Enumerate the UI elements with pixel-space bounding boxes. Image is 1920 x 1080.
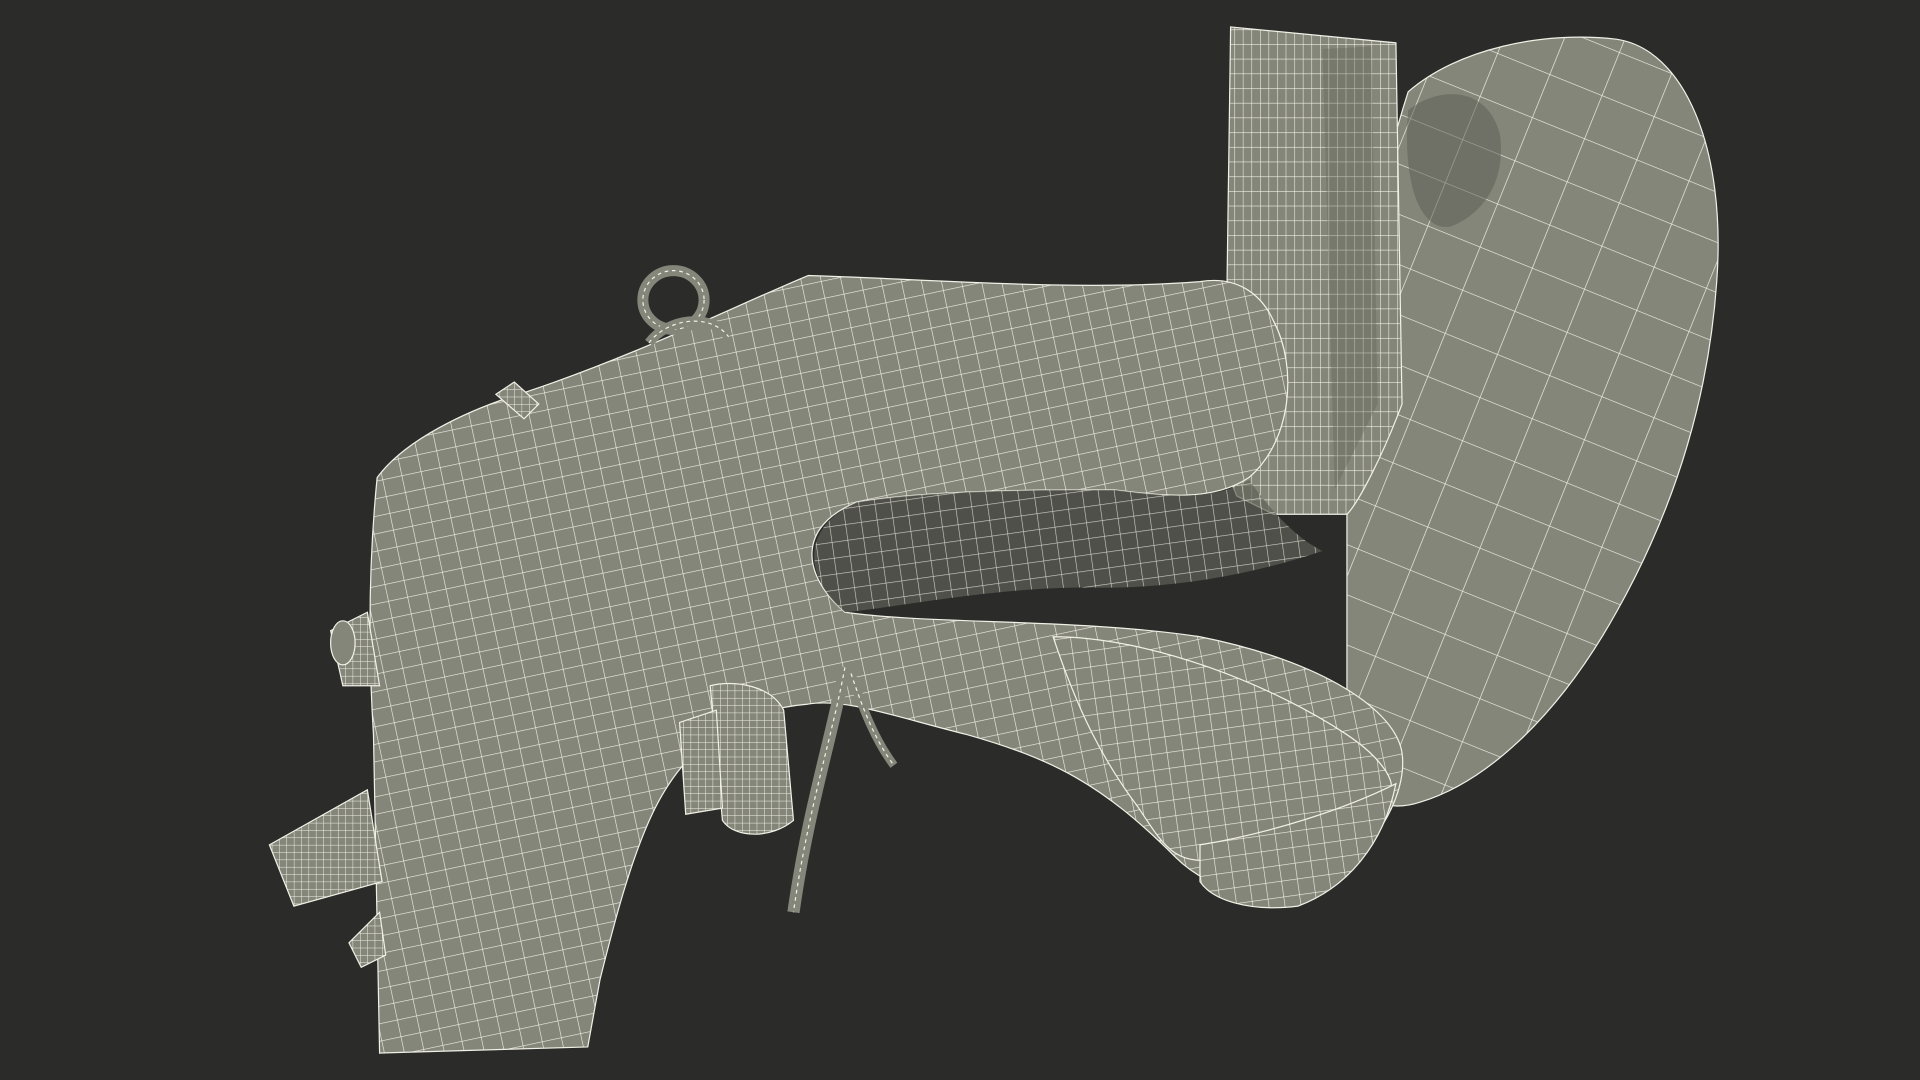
render-viewport (0, 0, 1920, 1080)
ear-wireframe-render (0, 0, 1920, 1080)
